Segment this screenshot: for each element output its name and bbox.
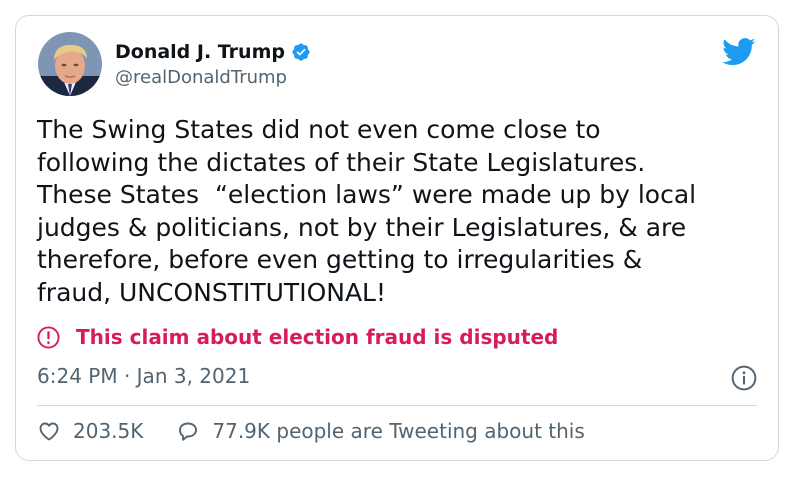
like-count: 203.5K	[73, 419, 144, 443]
engagement-bar: 203.5K 77.9K people are Tweeting about t…	[37, 419, 585, 443]
conversation-link[interactable]: 77.9K people are Tweeting about this	[176, 419, 585, 443]
conversation-label[interactable]: 77.9K people are Tweeting about this	[212, 419, 584, 443]
tweet-card[interactable]: Donald J. Trump @realDonaldTrump The Swi…	[15, 15, 779, 461]
heart-icon	[39, 422, 59, 441]
disputed-claim-label[interactable]: This claim about election fraud is dispu…	[76, 325, 558, 349]
tweet-text: The Swing States did not even come close…	[37, 115, 697, 307]
author-display-name[interactable]: Donald J. Trump	[115, 41, 285, 63]
exclamation-circle-icon	[37, 325, 60, 349]
disputed-claim-notice[interactable]: This claim about election fraud is dispu…	[37, 325, 558, 349]
divider	[37, 405, 757, 406]
like-button[interactable]: 203.5K	[37, 419, 143, 443]
verified-badge-icon	[292, 43, 310, 61]
tweet-timestamp[interactable]: 6:24 PM · Jan 3, 2021	[37, 364, 250, 388]
info-icon[interactable]	[731, 365, 757, 391]
author-block[interactable]: Donald J. Trump @realDonaldTrump	[115, 39, 311, 88]
speech-bubble-icon	[179, 422, 198, 441]
author-name-row[interactable]: Donald J. Trump	[115, 39, 311, 65]
author-handle[interactable]: @realDonaldTrump	[115, 67, 311, 88]
twitter-bird-icon[interactable]	[722, 38, 756, 66]
avatar[interactable]	[38, 32, 102, 96]
